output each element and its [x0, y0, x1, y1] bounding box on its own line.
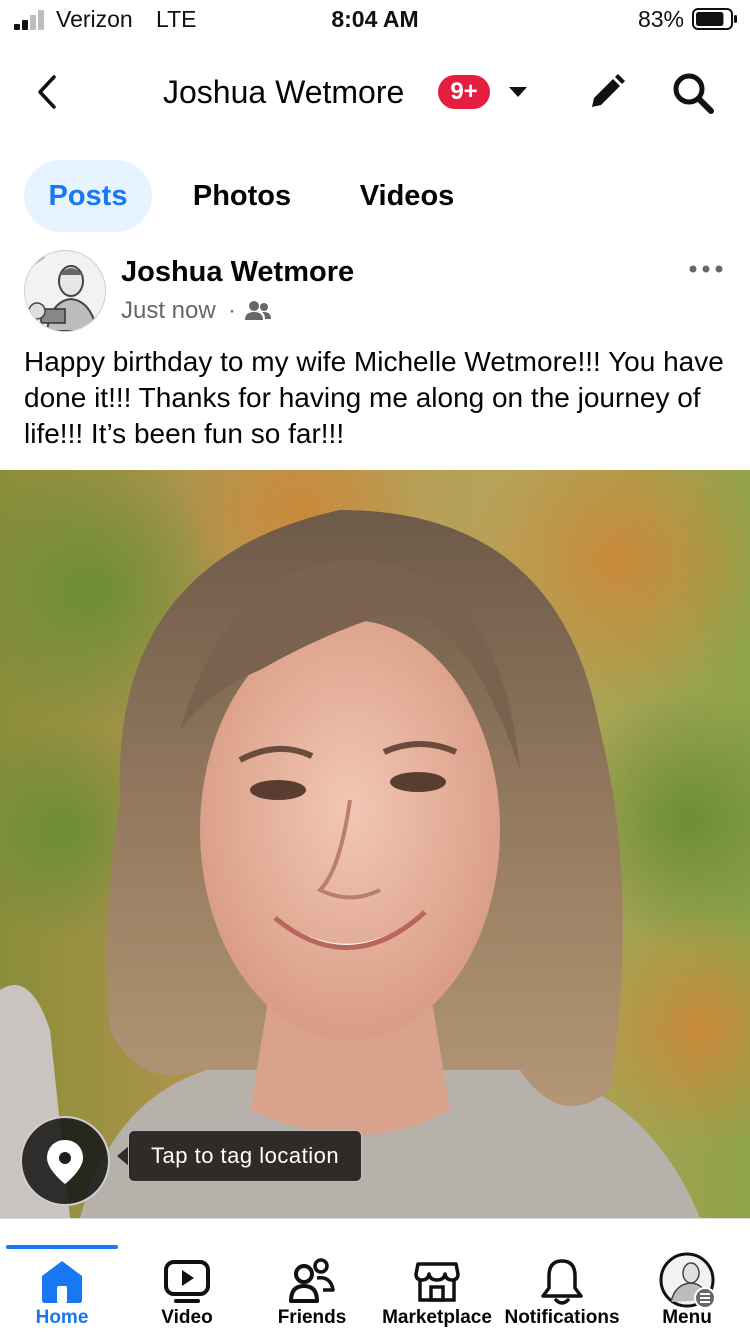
nav-home-label: Home [35, 1307, 89, 1328]
location-pin-icon [47, 1140, 83, 1184]
bell-icon [541, 1259, 583, 1305]
author-avatar[interactable] [24, 250, 106, 332]
profile-avatar-icon [659, 1252, 715, 1308]
friends-audience-icon[interactable] [244, 299, 272, 323]
pencil-icon[interactable] [585, 72, 627, 114]
home-icon [42, 1261, 82, 1303]
nav-video-label: Video [161, 1307, 213, 1328]
marketplace-icon [414, 1262, 460, 1302]
post-author-name[interactable]: Joshua Wetmore [121, 256, 354, 289]
tab-photos[interactable]: Photos [178, 160, 306, 232]
notification-badge: 9+ [438, 75, 490, 109]
more-options-icon[interactable] [688, 262, 724, 276]
nav-notifications-label: Notifications [504, 1307, 620, 1328]
search-icon[interactable] [670, 70, 716, 116]
back-arrow-icon[interactable] [28, 72, 68, 112]
profile-title[interactable]: Joshua Wetmore [163, 72, 404, 112]
nav-menu[interactable]: Menu [624, 1252, 750, 1334]
nav-menu-label: Menu [662, 1307, 712, 1328]
battery-percent: 83% [637, 6, 684, 32]
tag-location-button[interactable] [20, 1116, 110, 1206]
video-icon [164, 1260, 210, 1303]
friends-icon [289, 1258, 335, 1303]
location-tooltip[interactable]: Tap to tag location [128, 1130, 363, 1182]
active-tab-indicator [6, 1245, 118, 1249]
nav-friends[interactable]: Friends [250, 1252, 374, 1334]
post-timestamp[interactable]: Just now [121, 297, 216, 325]
chevron-down-icon[interactable] [506, 84, 530, 100]
meta-separator: · [228, 297, 236, 324]
nav-marketplace-label: Marketplace [382, 1307, 492, 1328]
nav-friends-label: Friends [277, 1307, 347, 1328]
tab-videos[interactable]: Videos [340, 160, 474, 232]
nav-notifications[interactable]: Notifications [500, 1252, 624, 1334]
nav-video[interactable]: Video [124, 1252, 250, 1334]
post-photo[interactable] [0, 470, 750, 1218]
nav-home[interactable]: Home [0, 1252, 124, 1334]
battery-icon [692, 8, 737, 30]
post-text: Happy birthday to my wife Michelle Wetmo… [24, 346, 724, 449]
tab-posts[interactable]: Posts [24, 160, 152, 232]
status-bar: Verizon LTE 8:04 AM 83% [0, 0, 750, 44]
nav-marketplace[interactable]: Marketplace [374, 1252, 500, 1334]
